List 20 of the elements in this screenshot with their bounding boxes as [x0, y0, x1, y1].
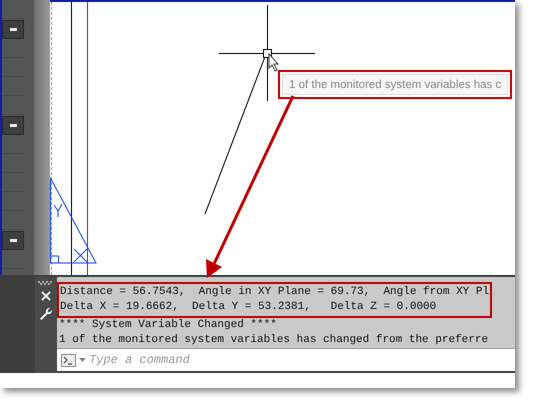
command-input[interactable]: Type a command	[89, 350, 515, 370]
ucs-triangle-icon	[50, 178, 97, 264]
command-line-field[interactable]: Type a command	[57, 348, 515, 371]
minus-icon	[10, 124, 16, 127]
collapse-button[interactable]	[2, 20, 24, 39]
collapse-button[interactable]	[2, 231, 24, 250]
minus-icon	[10, 239, 16, 242]
command-history-line: Distance = 56.7543, Angle in XY Plane = 69.73, Angle from XY Pl	[60, 285, 490, 300]
prompt-icon[interactable]	[61, 354, 76, 366]
close-icon[interactable]	[41, 291, 51, 301]
caret-icon[interactable]	[79, 358, 86, 362]
pointer-icon	[268, 52, 280, 72]
command-history-line: Delta X = 19.6662, Delta Y = 53.2381, Delta Z = 0.0000	[60, 300, 438, 315]
grip-icon[interactable]	[38, 281, 54, 285]
collapse-button[interactable]	[2, 116, 24, 135]
command-history-line: **** System Variable Changed ****	[59, 318, 278, 333]
command-history-line: 1 of the monitored system variables has changed from the preferre	[59, 333, 490, 348]
wrench-icon[interactable]	[39, 307, 53, 321]
minus-icon	[10, 28, 16, 31]
tooltip: 1 of the monitored system variables has c	[282, 74, 508, 95]
